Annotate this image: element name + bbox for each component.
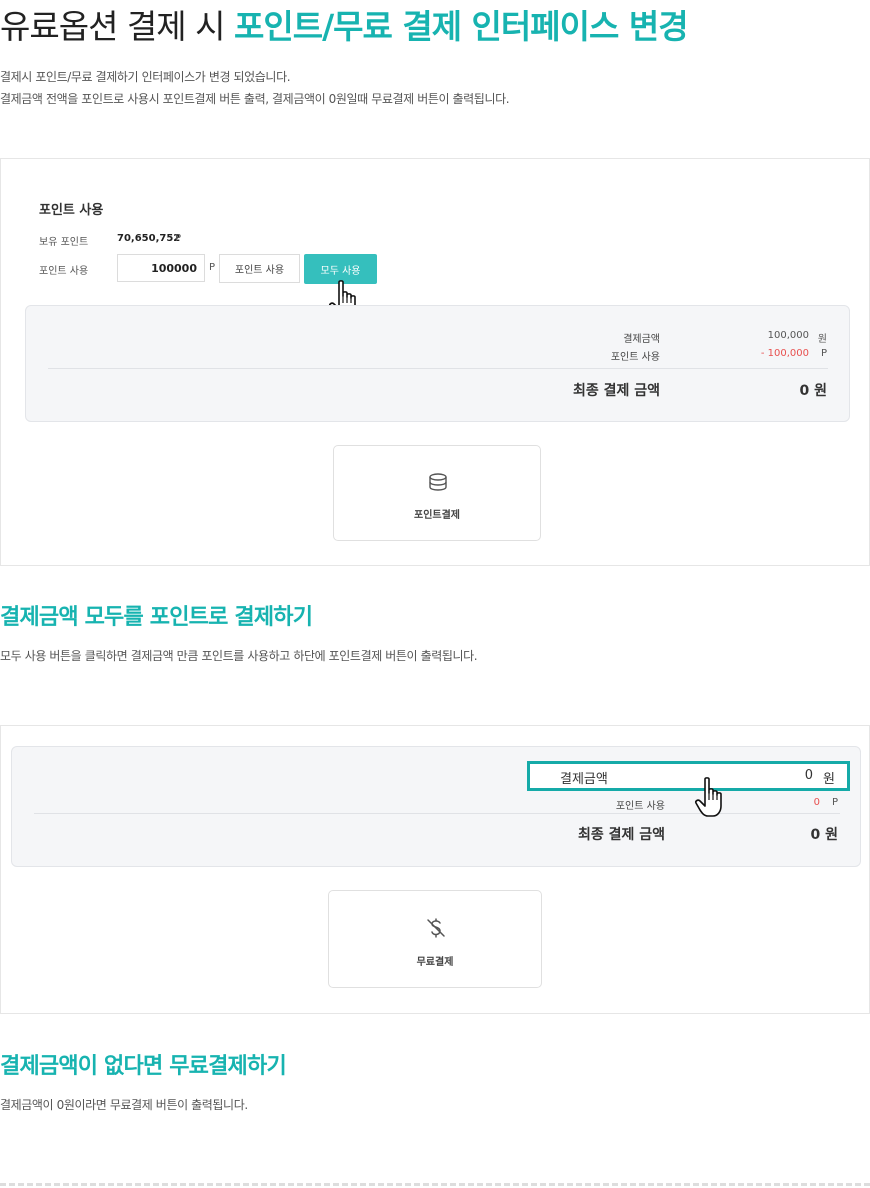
section-title-free-payment: 결제금액이 없다면 무료결제하기 <box>0 1054 287 1079</box>
held-points-value: 70,650,752 <box>117 233 181 244</box>
point-payment-label: 포인트결제 <box>414 510 460 521</box>
payment-summary: 결제금액 100,000 원 포인트 사용 - 100,000 P 최종 결제 … <box>25 305 850 422</box>
points-input-unit: P <box>209 262 216 273</box>
bottom-divider <box>0 1183 870 1186</box>
amount-value: 0 <box>804 768 813 783</box>
point-usage-panel: 포인트 사용 보유 포인트 70,650,752 P 포인트 사용 P 포인트 … <box>0 158 870 566</box>
amount-unit: 원 <box>817 334 827 345</box>
points-used-unit: P <box>820 348 827 359</box>
page-title: 유료옵션 결제 시 포인트/무료 결제 인터페이스 변경 <box>0 7 689 46</box>
section-desc-point-payment: 모두 사용 버튼을 클릭하면 결제금액 만큼 포인트를 사용하고 하단에 포인트… <box>0 649 478 663</box>
final-amount-value: 0 원 <box>810 827 839 843</box>
dollar-off-icon <box>427 918 445 938</box>
point-usage-title: 포인트 사용 <box>39 203 104 218</box>
final-amount-label: 최종 결제 금액 <box>577 827 665 843</box>
page-description: 결제시 포인트/무료 결제하기 인터페이스가 변경 되었습니다. 결제금액 전액… <box>0 70 510 106</box>
use-points-label: 포인트 사용 <box>39 266 89 277</box>
held-points-label: 보유 포인트 <box>39 237 89 248</box>
use-points-button[interactable]: 포인트 사용 <box>219 254 300 283</box>
amount-label: 결제금액 <box>560 772 608 787</box>
final-amount-value: 0 원 <box>799 383 828 399</box>
database-icon <box>429 473 447 491</box>
points-used-unit: P <box>831 797 838 808</box>
points-used-label: 포인트 사용 <box>610 352 660 363</box>
final-amount-label: 최종 결제 금액 <box>572 383 660 399</box>
hand-cursor-icon <box>695 777 722 817</box>
held-points-unit: P <box>175 233 182 244</box>
point-payment-button[interactable]: 포인트결제 <box>333 445 541 541</box>
amount-unit: 원 <box>823 772 835 787</box>
amount-value: 100,000 <box>767 330 809 341</box>
free-payment-button[interactable]: 무료결제 <box>328 890 542 988</box>
points-used-label: 포인트 사용 <box>615 801 665 812</box>
section-title-point-payment: 결제금액 모두를 포인트로 결제하기 <box>0 605 313 630</box>
amount-highlight: 결제금액 0 원 <box>527 761 850 791</box>
section-desc-free-payment: 결제금액이 0원이라면 무료결제 버튼이 출력됩니다. <box>0 1098 248 1112</box>
points-input[interactable] <box>117 254 205 282</box>
points-used-value: - 100,000 <box>760 348 809 359</box>
points-used-value: 0 <box>813 797 820 808</box>
amount-label: 결제금액 <box>623 334 660 345</box>
free-payment-label: 무료결제 <box>416 957 454 968</box>
summary-divider <box>48 368 828 369</box>
